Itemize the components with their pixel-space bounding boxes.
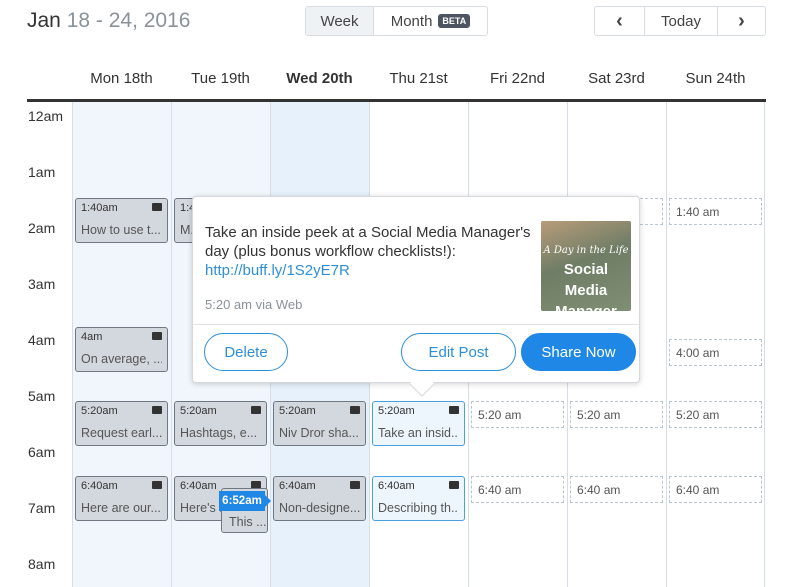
post-popover: Take an inside peek at a Social Media Ma… <box>192 196 640 397</box>
delete-button[interactable]: Delete <box>204 333 288 371</box>
date-range-title: Jan 18 - 24, 2016 <box>27 9 191 32</box>
empty-slot[interactable]: 1:40 am <box>669 197 762 225</box>
date-nav: ‹ Today › <box>594 6 766 36</box>
image-icon <box>350 480 360 489</box>
post-card[interactable]: 6:40am Non-designe... <box>273 475 366 521</box>
image-icon <box>350 405 360 414</box>
day-header: Mon 18th <box>90 70 153 87</box>
post-card[interactable]: 6:40am Describing th... <box>372 475 465 521</box>
image-icon <box>152 202 162 211</box>
drag-time-badge: 6:52am <box>219 491 271 511</box>
image-icon <box>152 480 162 489</box>
image-icon <box>251 405 261 414</box>
day-header: Fri 22nd <box>489 70 546 87</box>
day-header: Sat 23rd <box>588 70 645 87</box>
post-card[interactable]: 5:20am Take an insid... <box>372 400 465 446</box>
empty-slot[interactable]: 6:40 am <box>570 476 663 504</box>
empty-slot[interactable]: 5:20 am <box>669 400 762 428</box>
today-button[interactable]: Today <box>644 7 717 35</box>
prev-week-chevron-left-icon[interactable]: ‹ <box>595 7 644 35</box>
empty-slot[interactable]: 4:00 am <box>669 339 762 367</box>
month-view-button[interactable]: Month BETA <box>373 7 487 35</box>
post-card[interactable]: 6:40am Here are our... <box>75 475 168 521</box>
empty-slot[interactable]: 5:20 am <box>570 400 663 428</box>
next-week-chevron-right-icon[interactable]: › <box>717 7 765 35</box>
post-meta: 5:20 am via Web <box>205 297 303 312</box>
post-text: Take an inside peek at a Social Media Ma… <box>205 224 531 260</box>
empty-slot[interactable]: 6:40 am <box>669 476 762 504</box>
image-icon <box>449 480 459 489</box>
post-card[interactable]: 1:40am How to use t... <box>75 197 168 243</box>
header-divider <box>27 99 766 102</box>
day-header: Sun 24th <box>685 70 746 87</box>
day-header: Tue 19th <box>191 70 250 87</box>
view-switcher: Week Month BETA <box>305 6 488 36</box>
post-thumbnail: A Day in the Life Social Media Manager <box>541 221 631 311</box>
image-icon <box>449 405 459 414</box>
share-now-button[interactable]: Share Now <box>521 333 636 371</box>
week-view-button[interactable]: Week <box>306 7 373 35</box>
image-icon <box>152 331 162 340</box>
post-card[interactable]: 5:20am Hashtags, e... <box>174 400 267 446</box>
beta-badge: BETA <box>438 14 471 28</box>
image-icon <box>152 405 162 414</box>
day-header: Wed 20th <box>286 70 353 87</box>
post-card[interactable]: 4am On average, ... <box>75 326 168 372</box>
day-header: Thu 21st <box>389 70 448 87</box>
edit-post-button[interactable]: Edit Post <box>401 333 516 371</box>
post-card[interactable]: 5:20am Niv Dror sha... <box>273 400 366 446</box>
empty-slot[interactable]: 6:40 am <box>471 476 564 504</box>
post-card[interactable]: 5:20am Request earl... <box>75 400 168 446</box>
post-link[interactable]: http://buff.ly/1S2yE7R <box>205 262 350 279</box>
empty-slot[interactable]: 5:20 am <box>471 400 564 428</box>
